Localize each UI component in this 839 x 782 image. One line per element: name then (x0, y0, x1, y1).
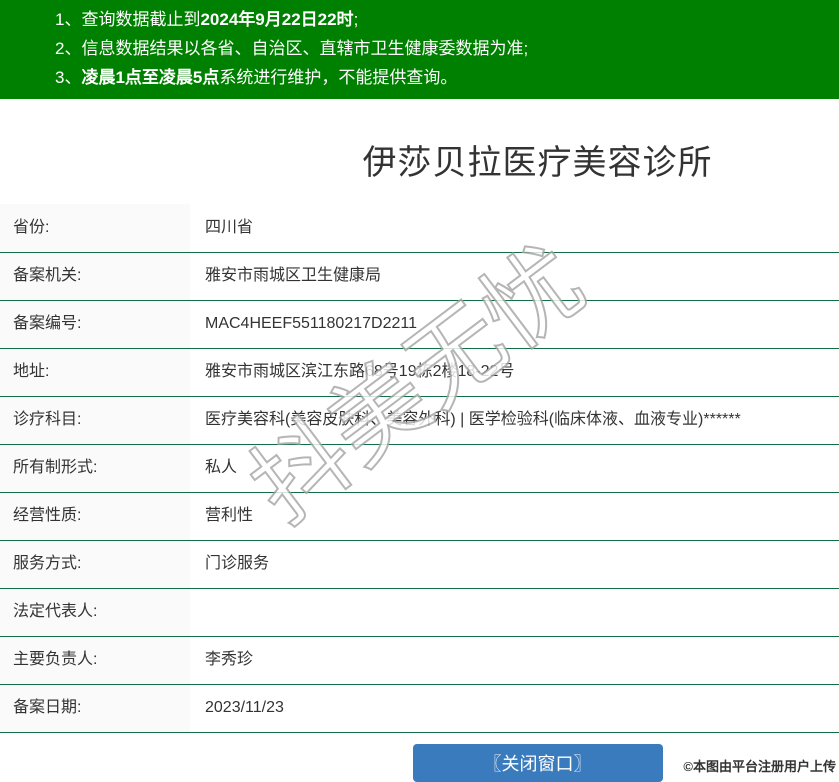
table-row: 所有制形式: 私人 (0, 444, 839, 493)
row-value: 雅安市雨城区卫生健康局 (190, 252, 839, 301)
notice-banner: 1、查询数据截止到2024年9月22日22时; 2、信息数据结果以各省、自治区、… (0, 0, 839, 99)
row-value: MAC4HEEF551180217D2211 (190, 300, 839, 349)
row-value: 私人 (190, 444, 839, 493)
main-content: 伊莎贝拉医疗美容诊所 省份: 四川省 备案机关: 雅安市雨城区卫生健康局 备案编号: MA… (0, 99, 839, 782)
row-label: 法定代表人: (0, 588, 190, 637)
table-row: 地址: 雅安市雨城区滨江东路68号19栋2楼18-22号 (0, 348, 839, 397)
notice-text: 系统进行维护，不能提供查询。 (219, 68, 458, 87)
row-value: 雅安市雨城区滨江东路68号19栋2楼18-22号 (190, 348, 839, 397)
notice-line-1: 1、查询数据截止到2024年9月22日22时; (55, 5, 839, 34)
row-value: 营利性 (190, 492, 839, 541)
row-value: 门诊服务 (190, 540, 839, 589)
copyright-watermark: ©本图由平台注册用户上传 (683, 759, 836, 774)
row-label: 服务方式: (0, 540, 190, 589)
table-row: 省份: 四川省 (0, 204, 839, 253)
row-label: 备案日期: (0, 684, 190, 733)
notice-number: 2、 (55, 39, 82, 58)
table-row: 备案机关: 雅安市雨城区卫生健康局 (0, 252, 839, 301)
table-row: 法定代表人: (0, 588, 839, 637)
table-row: 经营性质: 营利性 (0, 492, 839, 541)
notice-text-bold: 2024年9月22日22时 (200, 10, 354, 29)
row-value: 2023/11/23 (190, 684, 839, 733)
page-title: 伊莎贝拉医疗美容诊所 (362, 144, 713, 182)
row-value: 医疗美容科(美容皮肤科、美容外科) | 医学检验科(临床体液、血液专业)****… (190, 396, 839, 445)
table-row: 备案编号: MAC4HEEF551180217D2211 (0, 300, 839, 349)
notice-line-2: 2、信息数据结果以各省、自治区、直辖市卫生健康委数据为准; (55, 34, 839, 63)
close-window-button[interactable]: 〖关闭窗口〗 (412, 743, 663, 782)
row-label: 诊疗科目: (0, 396, 190, 445)
info-table: 省份: 四川省 备案机关: 雅安市雨城区卫生健康局 备案编号: MAC4HEEF55118… (0, 204, 839, 733)
row-label: 地址: (0, 348, 190, 397)
row-label: 省份: (0, 204, 190, 253)
notice-text-bold: 凌晨1点至凌晨5点 (81, 68, 220, 87)
row-value (190, 588, 839, 637)
notice-text: 信息数据结果以各省、自治区、直辖市卫生健康委数据为准; (81, 39, 529, 58)
row-label: 经营性质: (0, 492, 190, 541)
row-label: 备案编号: (0, 300, 190, 349)
table-row: 主要负责人: 李秀珍 (0, 636, 839, 685)
table-row: 服务方式: 门诊服务 (0, 540, 839, 589)
notice-text: 查询数据截止到 (81, 10, 201, 29)
row-label: 所有制形式: (0, 444, 190, 493)
row-label: 备案机关: (0, 252, 190, 301)
info-table-body: 省份: 四川省 备案机关: 雅安市雨城区卫生健康局 备案编号: MAC4HEEF55118… (0, 204, 839, 733)
notice-text: ; (353, 10, 359, 29)
notice-line-3: 3、凌晨1点至凌晨5点系统进行维护，不能提供查询。 (55, 63, 839, 92)
table-row: 备案日期: 2023/11/23 (0, 684, 839, 733)
row-value: 李秀珍 (190, 636, 839, 685)
notice-number: 1、 (55, 10, 82, 29)
notice-number: 3、 (55, 68, 82, 87)
row-label: 主要负责人: (0, 636, 190, 685)
row-value: 四川省 (190, 204, 839, 253)
table-row: 诊疗科目: 医疗美容科(美容皮肤科、美容外科) | 医学检验科(临床体液、血液专业… (0, 396, 839, 445)
